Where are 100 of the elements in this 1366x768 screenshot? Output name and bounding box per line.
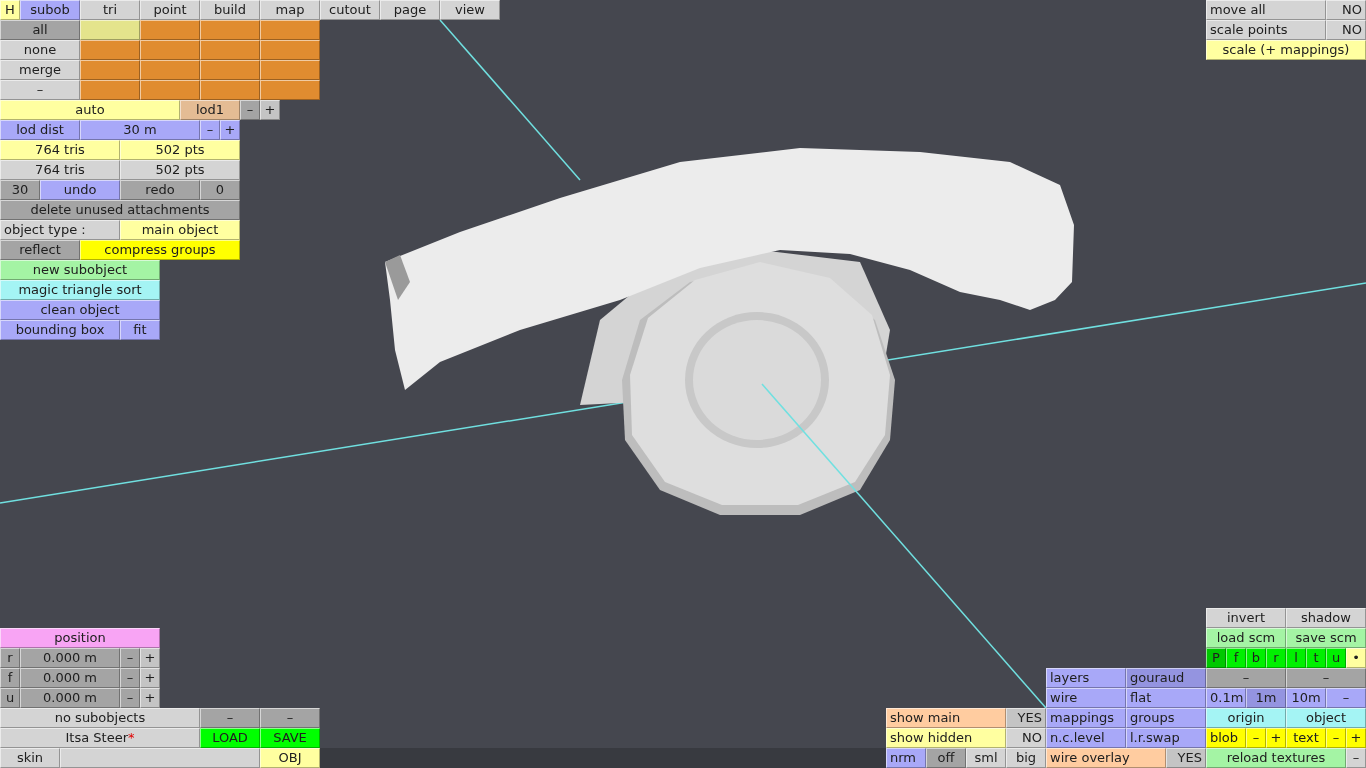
panel-button[interactable]: + [140, 688, 160, 708]
panel-button[interactable]: 0 [200, 180, 240, 200]
panel-button[interactable]: redo [120, 180, 200, 200]
panel-button[interactable]: delete unused attachments [0, 200, 240, 220]
panel-button[interactable]: – [1286, 668, 1366, 688]
panel-button[interactable]: none [0, 40, 80, 60]
panel-button[interactable]: SAVE [260, 728, 320, 748]
panel-button[interactable]: – [120, 668, 140, 688]
panel-button[interactable]: 0.1m [1206, 688, 1246, 708]
panel-button[interactable]: magic triangle sort [0, 280, 160, 300]
panel-button[interactable]: new subobject [0, 260, 160, 280]
menu-tab[interactable]: point [140, 0, 200, 20]
menu-tab[interactable]: cutout [320, 0, 380, 20]
panel-button[interactable]: show hidden [886, 728, 1006, 748]
panel-button[interactable]: all [0, 20, 80, 40]
panel-button[interactable]: f [0, 668, 20, 688]
menu-tab[interactable]: H [0, 0, 20, 20]
panel-button[interactable]: reload textures [1206, 748, 1346, 768]
panel-button[interactable]: r [1266, 648, 1286, 668]
panel-button[interactable]: lod1 [180, 100, 240, 120]
panel-button[interactable]: – [1326, 728, 1346, 748]
panel-button[interactable]: scale points [1206, 20, 1326, 40]
panel-button[interactable]: reflect [0, 240, 80, 260]
panel-button[interactable]: u [0, 688, 20, 708]
panel-button[interactable]: flat [1126, 688, 1206, 708]
panel-button[interactable]: auto [0, 100, 180, 120]
panel-button[interactable]: fit [120, 320, 160, 340]
panel-button[interactable]: merge [0, 60, 80, 80]
panel-button[interactable]: r [0, 648, 20, 668]
panel-button[interactable]: – [200, 120, 220, 140]
panel-button[interactable]: – [1206, 668, 1286, 688]
panel-button[interactable]: – [260, 708, 320, 728]
menu-tab[interactable]: tri [80, 0, 140, 20]
panel-button[interactable]: LOAD [200, 728, 260, 748]
panel-button[interactable]: l [1286, 648, 1306, 668]
panel-button[interactable]: clean object [0, 300, 160, 320]
panel-button[interactable]: no subobjects [0, 708, 200, 728]
panel-button[interactable]: + [140, 648, 160, 668]
panel-button[interactable]: skin [0, 748, 60, 768]
panel-button[interactable]: t [1306, 648, 1326, 668]
panel-button[interactable]: – [1246, 728, 1266, 748]
menu-tab[interactable]: map [260, 0, 320, 20]
panel-button[interactable]: + [1346, 728, 1366, 748]
panel-button[interactable]: + [1266, 728, 1286, 748]
panel-button[interactable]: wire [1046, 688, 1126, 708]
panel-button[interactable]: 502 pts [120, 160, 240, 180]
panel-button[interactable]: shadow [1286, 608, 1366, 628]
panel-button[interactable]: + [220, 120, 240, 140]
panel-button[interactable]: undo [40, 180, 120, 200]
panel-button[interactable]: l.r.swap [1126, 728, 1206, 748]
panel-button[interactable]: origin [1206, 708, 1286, 728]
panel-button[interactable]: gouraud [1126, 668, 1206, 688]
panel-button[interactable]: object [1286, 708, 1366, 728]
panel-button[interactable]: – [0, 80, 80, 100]
panel-button[interactable]: 30 [0, 180, 40, 200]
panel-button[interactable]: move all [1206, 0, 1326, 20]
panel-button[interactable]: – [120, 648, 140, 668]
panel-button[interactable]: nrm [886, 748, 926, 768]
panel-button[interactable]: 502 pts [120, 140, 240, 160]
panel-button[interactable]: b [1246, 648, 1266, 668]
panel-button[interactable]: text [1286, 728, 1326, 748]
panel-button[interactable]: invert [1206, 608, 1286, 628]
panel-button[interactable]: big [1006, 748, 1046, 768]
panel-button[interactable]: f [1226, 648, 1246, 668]
panel-button[interactable]: lod dist [0, 120, 80, 140]
panel-button[interactable]: 764 tris [0, 140, 120, 160]
panel-button[interactable]: + [260, 100, 280, 120]
panel-button[interactable]: 1m [1246, 688, 1286, 708]
panel-button[interactable]: • [1346, 648, 1366, 668]
panel-button[interactable]: object type : [0, 220, 120, 240]
panel-button[interactable]: mappings [1046, 708, 1126, 728]
panel-button[interactable]: – [240, 100, 260, 120]
panel-button[interactable]: show main [886, 708, 1006, 728]
panel-button[interactable]: YES [1166, 748, 1206, 768]
panel-button[interactable]: u [1326, 648, 1346, 668]
panel-button[interactable]: layers [1046, 668, 1126, 688]
panel-button[interactable]: blob [1206, 728, 1246, 748]
panel-button[interactable]: NO [1326, 0, 1366, 20]
panel-button[interactable]: NO [1006, 728, 1046, 748]
panel-button[interactable]: – [1346, 748, 1366, 768]
panel-button[interactable]: Itsa Steer* [0, 728, 200, 748]
panel-button[interactable]: load scm [1206, 628, 1286, 648]
menu-tab[interactable]: view [440, 0, 500, 20]
panel-button[interactable]: position [0, 628, 160, 648]
panel-button[interactable]: + [140, 668, 160, 688]
panel-button[interactable]: – [120, 688, 140, 708]
panel-button[interactable]: scale (+ mappings) [1206, 40, 1366, 60]
panel-button[interactable]: 0.000 m [20, 648, 120, 668]
panel-button[interactable]: off [926, 748, 966, 768]
panel-button[interactable]: groups [1126, 708, 1206, 728]
panel-button[interactable]: compress groups [80, 240, 240, 260]
panel-button[interactable]: bounding box [0, 320, 120, 340]
panel-button[interactable]: 0.000 m [20, 688, 120, 708]
panel-button[interactable]: – [1326, 688, 1366, 708]
panel-button[interactable]: 30 m [80, 120, 200, 140]
panel-button[interactable]: OBJ [260, 748, 320, 768]
panel-button[interactable]: sml [966, 748, 1006, 768]
panel-button[interactable]: 764 tris [0, 160, 120, 180]
panel-button[interactable]: wire overlay [1046, 748, 1166, 768]
panel-button[interactable]: save scm [1286, 628, 1366, 648]
